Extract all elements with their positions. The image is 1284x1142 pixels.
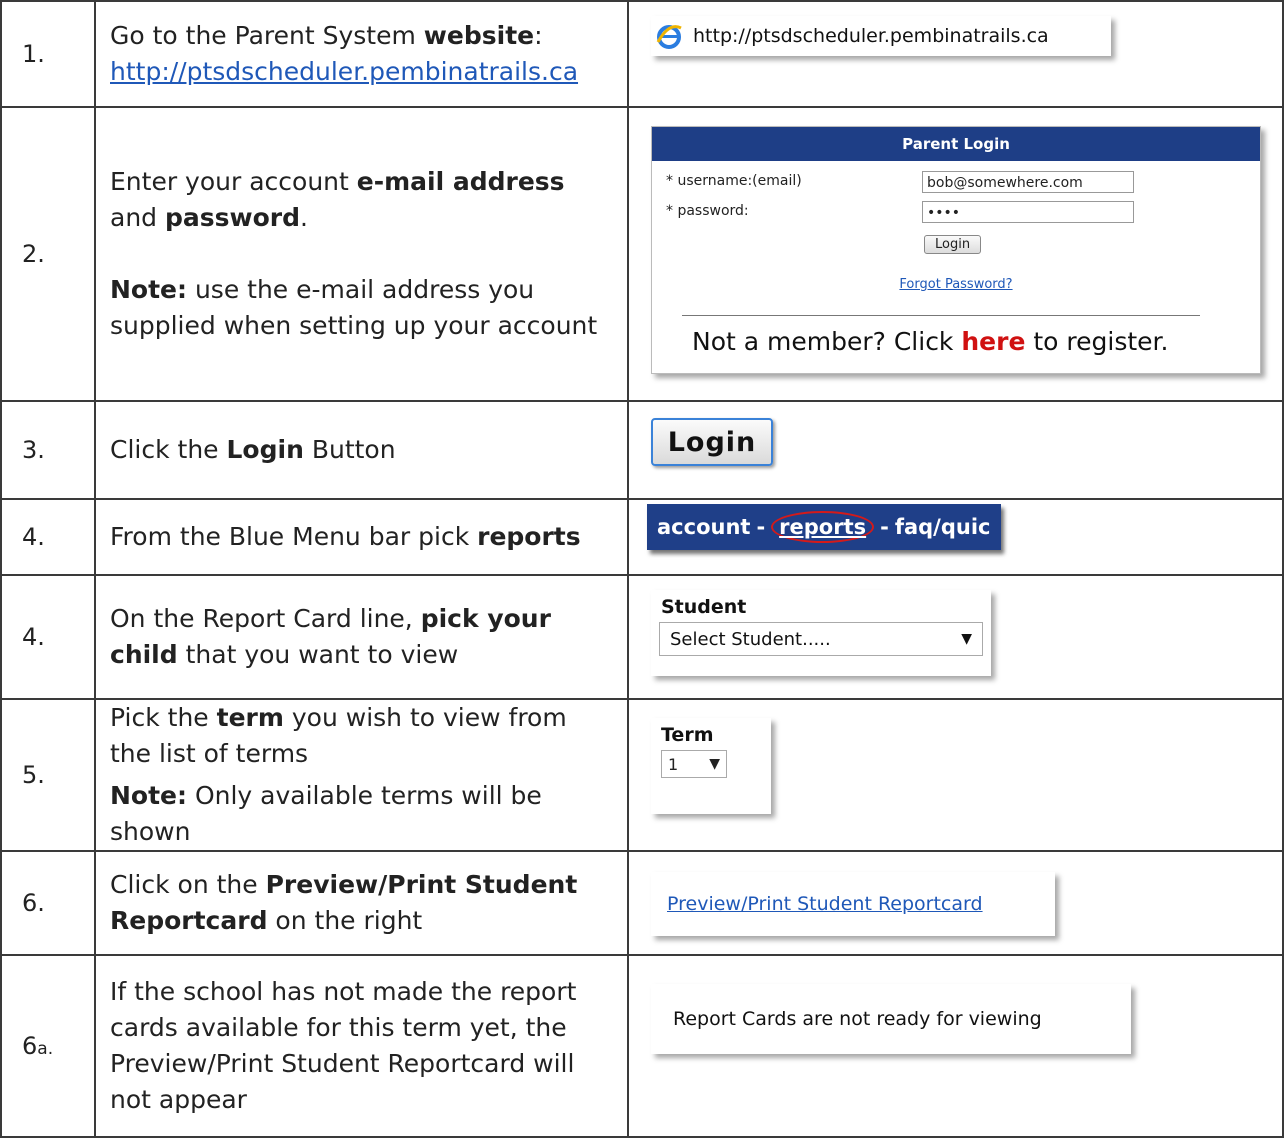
step-row-1: 1. Go to the Parent System website: http… <box>0 0 1284 108</box>
step-screenshot: Preview/Print Student Reportcard <box>627 850 1284 956</box>
url-bar-screenshot: http://ptsdscheduler.pembinatrails.ca <box>651 16 1111 56</box>
step-row-2: 2. Enter your account e-mail address and… <box>0 106 1284 402</box>
register-text: to register. <box>1025 327 1169 356</box>
step-text: on the right <box>267 906 423 935</box>
step-bold-text: term <box>216 703 284 732</box>
divider <box>682 315 1200 316</box>
step-bold-text: website <box>423 21 535 50</box>
student-select-value: Select Student..... <box>670 628 831 650</box>
step-screenshot: Report Cards are not ready for viewing <box>627 954 1284 1138</box>
step-number: 2. <box>0 106 96 402</box>
password-label: * password: <box>666 203 749 219</box>
step-screenshot: Term 1 ▼ <box>627 698 1284 852</box>
step-screenshot: Parent Login * username:(email) bob@some… <box>627 106 1284 402</box>
step-number: 4. <box>0 574 96 700</box>
preview-print-reportcard-link[interactable]: Preview/Print Student Reportcard <box>667 893 983 915</box>
term-select-value: 1 <box>668 754 679 774</box>
step-text: Go to the Parent System <box>110 21 424 50</box>
step-text: Pick the <box>110 703 217 732</box>
menu-item-faq[interactable]: faq/quic <box>895 515 991 539</box>
step-description: Click on the Preview/Print Student Repor… <box>94 850 629 956</box>
step-text: that you want to view <box>177 640 459 669</box>
step-text: and <box>110 203 165 232</box>
student-select[interactable]: Select Student..... ▼ <box>659 622 983 656</box>
url-text: http://ptsdscheduler.pembinatrails.ca <box>693 25 1049 47</box>
login-header: Parent Login <box>652 127 1260 161</box>
student-select-panel: Student Select Student..... ▼ <box>651 590 991 676</box>
menu-item-reports[interactable]: reports <box>771 511 875 543</box>
step-screenshot: http://ptsdscheduler.pembinatrails.ca <box>627 0 1284 108</box>
blue-menu-bar: account - reports - faq/quic <box>647 504 1001 550</box>
step-bold-text: Login <box>226 435 304 464</box>
dropdown-arrow-icon: ▼ <box>709 756 720 772</box>
step-bold-text: reports <box>477 522 581 551</box>
note-label: Note: <box>110 275 188 304</box>
step-description: If the school has not made the report ca… <box>94 954 629 1138</box>
step-text: Click the <box>110 435 227 464</box>
register-link[interactable]: here <box>961 327 1025 356</box>
menu-separator: - <box>756 515 766 539</box>
step-number: 6. <box>0 850 96 956</box>
step-description: Pick the term you wish to view from the … <box>94 698 629 852</box>
step-text: : <box>534 21 543 50</box>
register-prompt: Not a member? Click here to register. <box>692 327 1168 356</box>
step-number: 3. <box>0 400 96 500</box>
menu-separator: - <box>880 515 889 539</box>
term-select[interactable]: 1 ▼ <box>661 750 727 778</box>
not-ready-message: Report Cards are not ready for viewing <box>673 1008 1042 1030</box>
step-row-7: 6. Click on the Preview/Print Student Re… <box>0 850 1284 956</box>
note-label: Note: <box>110 781 188 810</box>
term-select-panel: Term 1 ▼ <box>651 718 771 814</box>
ie-icon <box>656 25 682 49</box>
step-description: Enter your account e-mail address and pa… <box>94 106 629 402</box>
password-input[interactable]: •••• <box>922 201 1134 223</box>
login-button[interactable]: Login <box>924 235 982 254</box>
step-screenshot: account - reports - faq/quic <box>627 498 1284 576</box>
step-row-5: 4. On the Report Card line, pick your ch… <box>0 574 1284 700</box>
step-description: Go to the Parent System website: http://… <box>94 0 629 108</box>
login-button[interactable]: Login <box>651 418 773 466</box>
term-label: Term <box>661 724 714 746</box>
step-row-6: 5. Pick the term you wish to view from t… <box>0 698 1284 852</box>
step-description: Click the Login Button <box>94 400 629 500</box>
step-number: 4. <box>0 498 96 576</box>
step-bold-text: password <box>164 203 301 232</box>
step-bold-text: e-mail address <box>356 167 565 196</box>
register-text: Not a member? Click <box>692 327 962 356</box>
step-number-main: 6 <box>22 1032 38 1060</box>
step-screenshot: Student Select Student..... ▼ <box>627 574 1284 700</box>
not-ready-message-panel: Report Cards are not ready for viewing <box>651 984 1131 1054</box>
website-link[interactable]: http://ptsdscheduler.pembinatrails.ca <box>110 57 578 86</box>
step-screenshot: Login <box>627 400 1284 500</box>
step-text: Enter your account <box>110 167 357 196</box>
step-row-8: 6a. If the school has not made the repor… <box>0 954 1284 1138</box>
dropdown-arrow-icon: ▼ <box>961 631 972 647</box>
parent-login-panel: Parent Login * username:(email) bob@some… <box>651 126 1261 374</box>
step-number: 1. <box>0 0 96 108</box>
username-input[interactable]: bob@somewhere.com <box>922 171 1134 193</box>
preview-link-panel: Preview/Print Student Reportcard <box>651 872 1055 936</box>
username-label: * username:(email) <box>666 173 802 189</box>
step-number: 6a. <box>0 954 96 1138</box>
step-row-4: 4. From the Blue Menu bar pick reports a… <box>0 498 1284 576</box>
step-number-suffix: a. <box>37 1039 54 1059</box>
step-number: 5. <box>0 698 96 852</box>
step-row-3: 3. Click the Login Button Login <box>0 400 1284 500</box>
forgot-password-link[interactable]: Forgot Password? <box>652 277 1260 292</box>
step-description: On the Report Card line, pick your child… <box>94 574 629 700</box>
step-text: Button <box>303 435 396 464</box>
step-text: On the Report Card line, <box>110 604 421 633</box>
student-label: Student <box>661 596 747 618</box>
steps-table: 1. Go to the Parent System website: http… <box>0 0 1284 1138</box>
step-text: . <box>300 203 308 232</box>
step-description: From the Blue Menu bar pick reports <box>94 498 629 576</box>
step-text: From the Blue Menu bar pick <box>110 522 478 551</box>
step-text: Click on the <box>110 870 266 899</box>
menu-item-account[interactable]: account <box>657 515 750 539</box>
